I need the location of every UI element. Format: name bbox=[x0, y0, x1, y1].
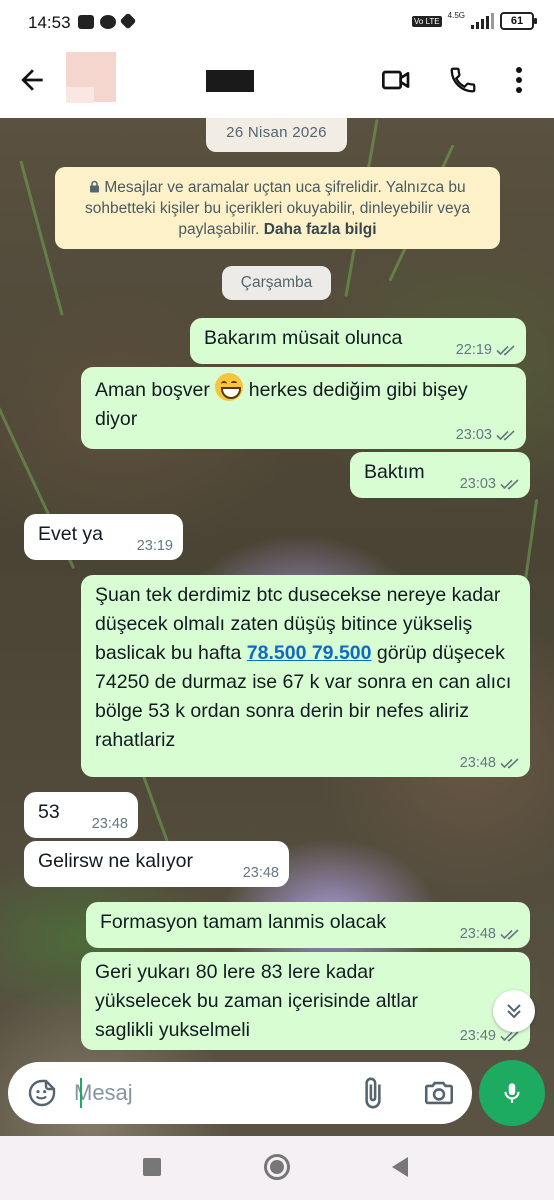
message-time: 23:48 bbox=[459, 926, 496, 942]
attach-icon[interactable] bbox=[356, 1076, 390, 1110]
message-link[interactable]: 78.500 79.500 bbox=[247, 642, 372, 664]
status-time: 14:53 bbox=[28, 13, 71, 32]
voice-call-button[interactable] bbox=[445, 62, 481, 98]
youtube-notification-icon bbox=[78, 15, 94, 29]
grinning-face-emoji bbox=[215, 373, 244, 401]
message-bubble[interactable]: Gelirsw ne kalıyor 23:48 bbox=[24, 841, 289, 887]
day-chip: Çarşamba bbox=[222, 266, 331, 300]
camera-icon[interactable] bbox=[422, 1076, 456, 1110]
back-arrow-icon[interactable] bbox=[16, 64, 48, 96]
sticker-emoji-icon[interactable] bbox=[26, 1077, 58, 1109]
status-bar: 14:53 Vo LTE 4.5G 61 bbox=[0, 0, 554, 44]
message-time: 23:03 bbox=[455, 427, 492, 443]
message-time: 23:49 bbox=[459, 1028, 496, 1044]
message-text: Gelirsw ne kalıyor bbox=[38, 850, 193, 872]
message-bubble[interactable]: Formasyon tamam lanmis olacak 23:48 bbox=[86, 902, 530, 948]
lock-icon bbox=[90, 180, 100, 193]
double-chevron-down-icon bbox=[507, 1004, 521, 1019]
message-bubble[interactable]: Bakarım müsait olunca 22:19 bbox=[190, 318, 526, 364]
voice-message-button[interactable] bbox=[479, 1060, 545, 1126]
double-check-icon bbox=[500, 479, 519, 490]
home-icon[interactable] bbox=[264, 1154, 290, 1180]
phone-icon bbox=[450, 67, 476, 93]
message-bubble[interactable]: Şuan tek derdimiz btc dusecekse nereye k… bbox=[81, 575, 530, 777]
message-time: 23:48 bbox=[459, 755, 496, 771]
app-notification-icon bbox=[100, 15, 116, 29]
text-cursor bbox=[80, 1078, 82, 1108]
message-bubble[interactable]: 53 23:48 bbox=[24, 792, 138, 838]
message-time: 23:48 bbox=[242, 865, 279, 881]
contact-name[interactable] bbox=[206, 70, 254, 92]
chat-header bbox=[0, 44, 554, 118]
signal-icon bbox=[471, 13, 494, 29]
video-call-icon bbox=[382, 70, 410, 90]
message-text: Baktım bbox=[364, 461, 425, 483]
message-text: Aman boşver bbox=[95, 379, 210, 401]
battery-icon: 61 bbox=[500, 12, 537, 30]
message-time: 23:03 bbox=[459, 476, 496, 492]
back-triangle-icon[interactable] bbox=[392, 1157, 408, 1177]
message-text: Geri yukarı 80 lere 83 lere kadar yüksel… bbox=[95, 961, 418, 1041]
more-vert-icon bbox=[516, 67, 522, 93]
message-bubble[interactable]: Geri yukarı 80 lere 83 lere kadar yüksel… bbox=[81, 952, 530, 1050]
message-input[interactable] bbox=[74, 1076, 344, 1110]
double-check-icon bbox=[496, 345, 515, 356]
volte-icon: Vo LTE bbox=[412, 15, 442, 27]
message-bubble[interactable]: Baktım 23:03 bbox=[350, 452, 530, 498]
scroll-to-bottom-button[interactable] bbox=[493, 990, 535, 1032]
more-options-button[interactable] bbox=[504, 62, 534, 98]
avatar[interactable] bbox=[66, 52, 116, 103]
message-composer bbox=[8, 1062, 472, 1124]
message-time: 23:19 bbox=[136, 538, 173, 554]
microphone-icon bbox=[504, 1083, 520, 1103]
double-check-icon bbox=[500, 1031, 519, 1042]
notification-icons bbox=[78, 12, 137, 30]
date-chip: 26 Nisan 2026 bbox=[206, 118, 347, 152]
double-check-icon bbox=[496, 430, 515, 441]
message-time: 23:48 bbox=[91, 816, 128, 832]
video-call-button[interactable] bbox=[378, 62, 414, 98]
dropbox-notification-icon bbox=[119, 12, 137, 30]
message-time: 22:19 bbox=[455, 342, 492, 358]
message-text: 53 bbox=[38, 801, 60, 823]
learn-more-link[interactable]: Daha fazla bilgi bbox=[264, 221, 377, 238]
message-text: Bakarım müsait olunca bbox=[204, 327, 403, 349]
message-text: Formasyon tamam lanmis olacak bbox=[100, 911, 387, 933]
network-type: 4.5G bbox=[447, 10, 465, 20]
message-text: Evet ya bbox=[38, 523, 104, 545]
status-right: Vo LTE 4.5G 61 bbox=[412, 10, 537, 30]
message-bubble[interactable]: Evet ya 23:19 bbox=[24, 514, 183, 560]
encryption-notice[interactable]: Mesajlar ve aramalar uçtan uca şifrelidi… bbox=[55, 167, 500, 249]
double-check-icon bbox=[500, 758, 519, 769]
recents-icon[interactable] bbox=[143, 1158, 161, 1176]
system-nav-bar bbox=[0, 1136, 554, 1200]
message-bubble[interactable]: Aman boşver herkes dediğim gibi bişey di… bbox=[81, 367, 526, 449]
double-check-icon bbox=[500, 929, 519, 940]
